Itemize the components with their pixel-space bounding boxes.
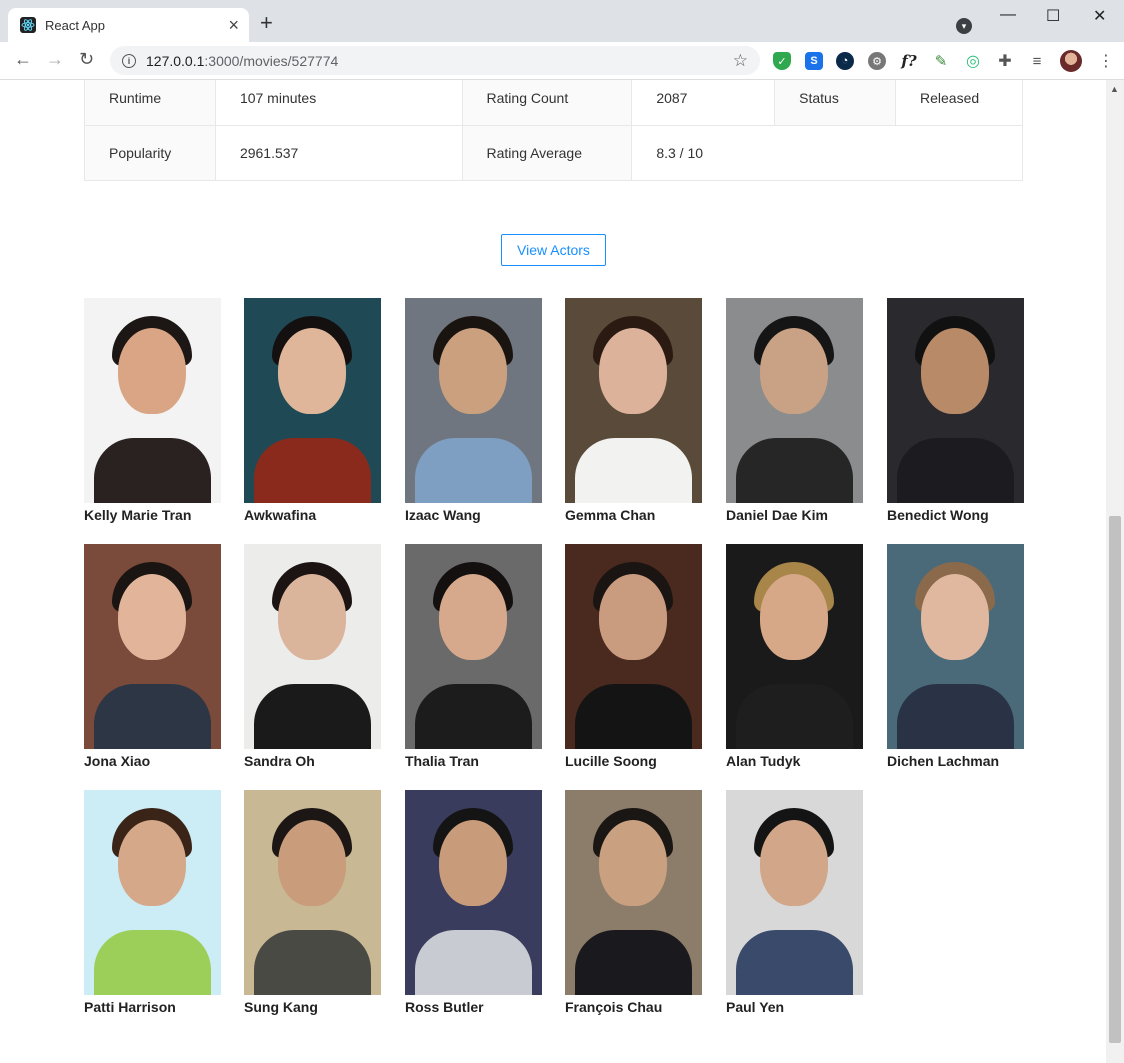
back-arrow-icon[interactable]: ←: [14, 50, 32, 68]
actor-card[interactable]: Benedict Wong: [887, 298, 1024, 523]
actor-photo[interactable]: [405, 298, 542, 503]
clock-extension-icon[interactable]: ◔: [836, 52, 854, 70]
actor-card[interactable]: Jona Xiao: [84, 544, 221, 769]
maximize-icon[interactable]: ☐: [1046, 6, 1060, 26]
actor-photo[interactable]: [405, 544, 542, 749]
table-row: Popularity 2961.537 Rating Average 8.3 /…: [84, 125, 1023, 181]
actor-name[interactable]: Thalia Tran: [405, 753, 542, 769]
url-text: 127.0.0.1:3000/movies/527774: [146, 52, 339, 69]
actor-card[interactable]: Lucille Soong: [565, 544, 702, 769]
actor-name[interactable]: Kelly Marie Tran: [84, 507, 221, 523]
actor-photo[interactable]: [726, 544, 863, 749]
detail-value: Released: [895, 80, 1023, 126]
bookmark-star-icon[interactable]: ☆: [733, 51, 748, 71]
shield-extension-icon[interactable]: ✓: [773, 52, 791, 70]
actor-name[interactable]: Izaac Wang: [405, 507, 542, 523]
actor-name[interactable]: Daniel Dae Kim: [726, 507, 863, 523]
detail-label: Popularity: [84, 125, 216, 181]
minimize-icon[interactable]: —: [1000, 6, 1016, 24]
actor-name[interactable]: Awkwafina: [244, 507, 381, 523]
table-row: Runtime 107 minutes Rating Count 2087 St…: [84, 80, 1023, 126]
new-tab-icon[interactable]: +: [260, 12, 273, 34]
actor-name[interactable]: Patti Harrison: [84, 999, 221, 1015]
detail-value: 2087: [631, 80, 776, 126]
actor-card[interactable]: Dichen Lachman: [887, 544, 1024, 769]
actor-card[interactable]: Daniel Dae Kim: [726, 298, 863, 523]
font-extension-icon[interactable]: f?: [900, 52, 918, 70]
profile-dropdown-icon[interactable]: ▾: [956, 18, 972, 34]
actor-name[interactable]: Jona Xiao: [84, 753, 221, 769]
actor-card[interactable]: Paul Yen: [726, 790, 863, 1015]
actor-name[interactable]: Dichen Lachman: [887, 753, 1024, 769]
scrollbar-thumb[interactable]: [1109, 516, 1121, 1043]
actor-card[interactable]: Sandra Oh: [244, 544, 381, 769]
actor-photo[interactable]: [84, 298, 221, 503]
site-info-icon[interactable]: i: [122, 53, 136, 68]
tab-title: React App: [45, 17, 105, 33]
actor-photo[interactable]: [84, 790, 221, 995]
close-window-icon[interactable]: ✕: [1093, 6, 1106, 26]
actor-card[interactable]: Alan Tudyk: [726, 544, 863, 769]
actor-name[interactable]: Sung Kang: [244, 999, 381, 1015]
detail-value: 2961.537: [214, 125, 463, 181]
detail-label: Rating Average: [461, 125, 633, 181]
actor-card[interactable]: Patti Harrison: [84, 790, 221, 1015]
react-icon: [20, 17, 36, 33]
gear-extension-icon[interactable]: ⚙: [868, 52, 886, 70]
actor-card[interactable]: Ross Butler: [405, 790, 542, 1015]
actor-photo[interactable]: [244, 298, 381, 503]
eyedropper-extension-icon[interactable]: ✎: [932, 52, 950, 70]
actor-card[interactable]: Kelly Marie Tran: [84, 298, 221, 523]
actor-name[interactable]: Gemma Chan: [565, 507, 702, 523]
actor-name[interactable]: Benedict Wong: [887, 507, 1024, 523]
actor-photo[interactable]: [887, 298, 1024, 503]
actor-photo[interactable]: [726, 790, 863, 995]
actor-photo[interactable]: [726, 298, 863, 503]
puzzle-extensions-icon[interactable]: ✚: [996, 52, 1014, 70]
actor-photo[interactable]: [84, 544, 221, 749]
detail-label: Runtime: [84, 80, 216, 126]
detail-label: Rating Count: [461, 80, 633, 126]
detail-value: 107 minutes: [214, 80, 463, 126]
close-tab-icon[interactable]: ×: [228, 16, 239, 34]
actor-card[interactable]: Izaac Wang: [405, 298, 542, 523]
view-actors-button[interactable]: View Actors: [501, 234, 606, 266]
actor-card[interactable]: François Chau: [565, 790, 702, 1015]
browser-toolbar: ← → ↻ i 127.0.0.1:3000/movies/527774 ☆ ✓…: [0, 42, 1124, 80]
browser-tab[interactable]: React App ×: [8, 8, 249, 42]
actor-photo[interactable]: [405, 790, 542, 995]
forward-arrow-icon[interactable]: →: [46, 50, 64, 68]
actor-photo[interactable]: [565, 298, 702, 503]
vertical-scrollbar[interactable]: ▲: [1106, 80, 1124, 1063]
reload-icon[interactable]: ↻: [79, 50, 94, 68]
actor-name[interactable]: Ross Butler: [405, 999, 542, 1015]
s-extension-icon[interactable]: S: [805, 52, 823, 70]
detail-value: 8.3 / 10: [631, 125, 1023, 181]
actor-photo[interactable]: [565, 790, 702, 995]
actor-card[interactable]: Gemma Chan: [565, 298, 702, 523]
actor-name[interactable]: Sandra Oh: [244, 753, 381, 769]
reading-list-icon[interactable]: ≡: [1028, 52, 1046, 70]
detail-label: Status: [774, 80, 897, 126]
more-menu-icon[interactable]: ⋮: [1098, 51, 1114, 71]
page-viewport: Runtime 107 minutes Rating Count 2087 St…: [0, 80, 1106, 1063]
actor-photo[interactable]: [887, 544, 1024, 749]
address-bar[interactable]: i 127.0.0.1:3000/movies/527774 ☆: [110, 46, 760, 75]
actor-name[interactable]: François Chau: [565, 999, 702, 1015]
scroll-up-arrow-icon[interactable]: ▲: [1110, 84, 1119, 94]
movie-details-table: Runtime 107 minutes Rating Count 2087 St…: [84, 80, 1023, 181]
actor-card[interactable]: Sung Kang: [244, 790, 381, 1015]
actor-card[interactable]: Awkwafina: [244, 298, 381, 523]
actor-name[interactable]: Paul Yen: [726, 999, 863, 1015]
actor-card[interactable]: Thalia Tran: [405, 544, 542, 769]
actor-photo[interactable]: [244, 790, 381, 995]
target-extension-icon[interactable]: ◎: [964, 52, 982, 70]
actor-name[interactable]: Alan Tudyk: [726, 753, 863, 769]
profile-avatar[interactable]: [1060, 50, 1082, 72]
actor-photo[interactable]: [565, 544, 702, 749]
actor-photo[interactable]: [244, 544, 381, 749]
actor-name[interactable]: Lucille Soong: [565, 753, 702, 769]
browser-tab-strip: React App × + ▾ — ☐ ✕: [0, 0, 1124, 42]
